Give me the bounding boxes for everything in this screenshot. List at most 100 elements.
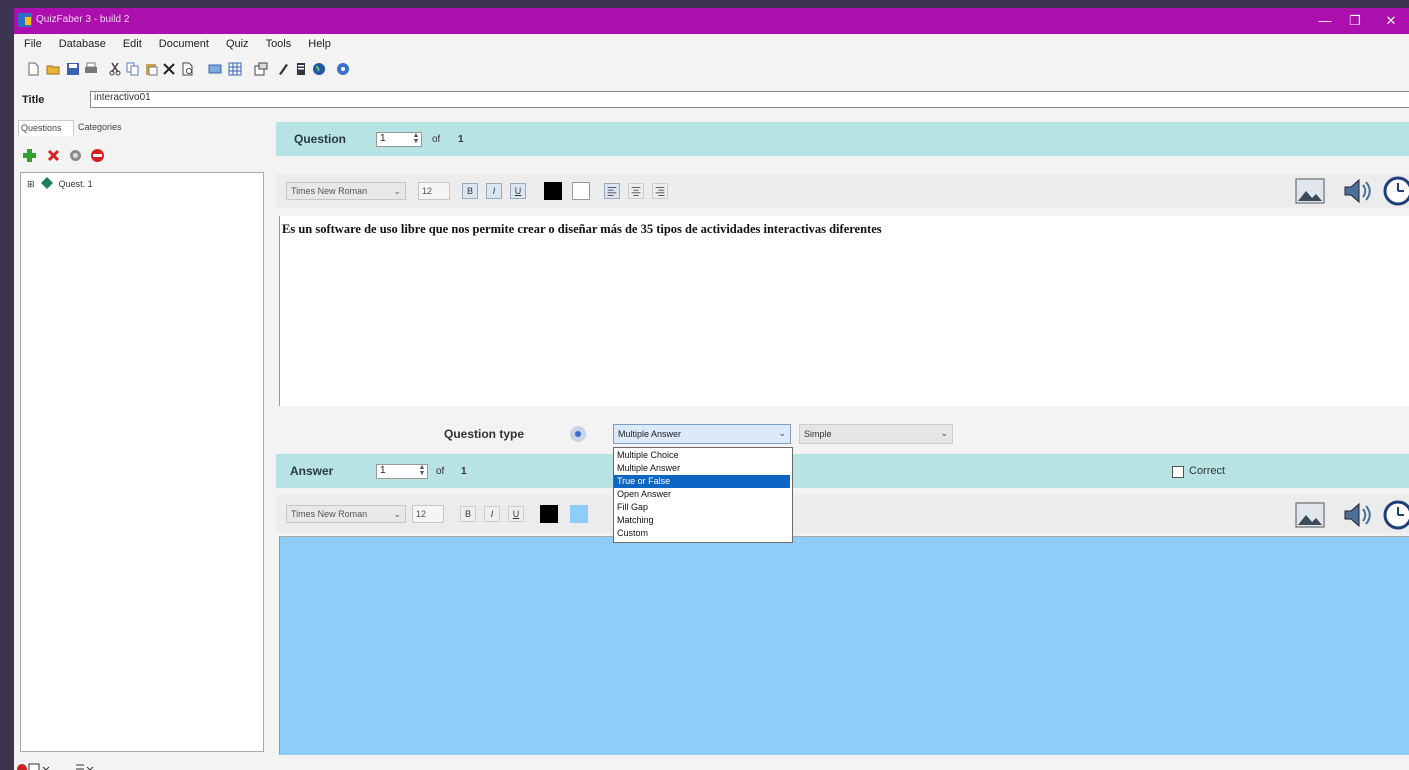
question-number-stepper[interactable]: 1 ▲ ▼ — [376, 132, 422, 147]
question-type-row: Question type Multiple Answer ⌄ Simple ⌄ — [276, 418, 1409, 448]
timer-icon[interactable] — [1382, 175, 1409, 207]
dropdown-option-fill-gap[interactable]: Fill Gap — [614, 501, 790, 514]
question-tree: ⊞ Quest. 1 — [20, 172, 264, 752]
globe-icon[interactable] — [312, 62, 326, 76]
question-node-icon — [41, 177, 54, 189]
title-input[interactable]: interactivo01 — [90, 91, 1409, 108]
stepper-arrows-icon[interactable]: ▲ ▼ — [411, 132, 421, 146]
restore-button[interactable]: ❐ — [1340, 11, 1370, 31]
menu-edit[interactable]: Edit — [113, 36, 149, 50]
question-bar: Question 1 ▲ ▼ of 1 — [276, 122, 1409, 156]
table-icon[interactable] — [208, 62, 222, 76]
title-row: Title interactivo01 — [14, 90, 1409, 110]
question-mode-select[interactable]: Simple ⌄ — [799, 424, 953, 444]
answer-number-stepper[interactable]: 1 ▲ ▼ — [376, 464, 428, 479]
settings-icon[interactable] — [68, 148, 83, 163]
question-type-select[interactable]: Multiple Answer ⌄ — [613, 424, 791, 444]
dropdown-option-multiple-choice[interactable]: Multiple Choice — [614, 449, 790, 462]
copy-icon[interactable] — [126, 62, 140, 76]
title-label: Title — [22, 94, 45, 106]
tab-questions[interactable]: Questions — [18, 120, 74, 136]
question-label: Question — [294, 132, 347, 146]
menu-help[interactable]: Help — [298, 36, 338, 50]
answer-of-label: of — [436, 466, 445, 477]
minimize-button[interactable]: — — [1310, 11, 1340, 31]
menu-file[interactable]: File — [14, 36, 49, 50]
save-icon[interactable] — [66, 62, 80, 76]
edit-icon[interactable] — [276, 62, 290, 76]
menu-quiz[interactable]: Quiz — [216, 36, 256, 50]
chevron-down-icon: ⌄ — [940, 428, 948, 438]
answer-bold-button[interactable]: B — [460, 506, 476, 522]
dropdown-option-true-or-false[interactable]: True or False — [614, 475, 790, 488]
answer-underline-button[interactable]: U — [508, 506, 524, 522]
grid-icon[interactable] — [228, 62, 242, 76]
align-left-icon[interactable] — [604, 183, 620, 199]
stepper-arrows-icon[interactable]: ▲ ▼ — [417, 464, 427, 478]
tab-categories[interactable]: Categories — [76, 120, 140, 136]
expand-icon[interactable]: ⊞ — [27, 179, 35, 189]
tree-item[interactable]: ⊞ Quest. 1 — [27, 177, 93, 190]
dropdown-option-custom[interactable]: Custom — [614, 527, 790, 540]
answer-image-icon[interactable] — [1294, 499, 1326, 531]
text-color-swatch[interactable] — [544, 182, 562, 200]
editor-area: Question 1 ▲ ▼ of 1 Times New Roman ⌄ 12 B… — [276, 122, 1409, 755]
answer-editor[interactable] — [279, 536, 1409, 755]
answer-background-color-swatch[interactable] — [570, 505, 588, 523]
question-type-label: Question type — [444, 427, 525, 441]
window-title: QuizFaber 3 - build 2 — [36, 14, 130, 25]
properties-icon[interactable] — [254, 62, 268, 76]
correct-label: Correct — [1189, 465, 1226, 477]
question-font-select[interactable]: Times New Roman ⌄ — [286, 182, 406, 200]
delete-icon[interactable] — [162, 62, 176, 76]
answer-italic-button[interactable]: I — [484, 506, 500, 522]
answer-label: Answer — [290, 464, 334, 478]
menu-database[interactable]: Database — [49, 36, 113, 50]
align-center-icon[interactable] — [628, 183, 644, 199]
image-icon[interactable] — [1294, 175, 1326, 207]
print-icon[interactable] — [84, 62, 98, 76]
question-type-help-icon[interactable] — [569, 425, 587, 443]
question-text[interactable]: Es un software de uso libre que nos perm… — [282, 222, 882, 237]
bold-button[interactable]: B — [462, 183, 478, 199]
question-total: 1 — [458, 134, 464, 145]
title-bar: QuizFaber 3 - build 2 — ❐ ✕ — [14, 8, 1409, 34]
add-question-icon[interactable] — [22, 148, 37, 163]
answer-bar: Answer 1 ▲ ▼ of 1 Correct — [276, 454, 1409, 488]
audio-icon[interactable] — [1340, 175, 1372, 207]
question-of-label: of — [432, 134, 441, 145]
record-icon[interactable] — [16, 762, 56, 770]
menu-bar: File Database Edit Document Quiz Tools Help — [14, 36, 1409, 54]
help-icon[interactable] — [336, 62, 350, 76]
menu-tools[interactable]: Tools — [256, 36, 299, 50]
chevron-down-icon: ⌄ — [393, 509, 401, 519]
align-right-icon[interactable] — [652, 183, 668, 199]
answer-audio-icon[interactable] — [1340, 499, 1372, 531]
open-icon[interactable] — [46, 62, 60, 76]
question-editor[interactable]: Es un software de uso libre que nos perm… — [279, 216, 1409, 406]
close-button[interactable]: ✕ — [1376, 11, 1406, 31]
answer-size-select[interactable]: 12 — [412, 505, 444, 523]
layout-icon[interactable] — [74, 762, 96, 770]
dropdown-option-multiple-answer[interactable]: Multiple Answer — [614, 462, 790, 475]
book-icon[interactable] — [294, 62, 308, 76]
question-size-select[interactable]: 12 — [418, 182, 450, 200]
underline-button[interactable]: U — [510, 183, 526, 199]
menu-document[interactable]: Document — [149, 36, 216, 50]
preview-icon[interactable] — [180, 62, 194, 76]
answer-text-color-swatch[interactable] — [540, 505, 558, 523]
chevron-down-icon: ⌄ — [778, 428, 786, 438]
dropdown-option-open-answer[interactable]: Open Answer — [614, 488, 790, 501]
cut-icon[interactable] — [108, 62, 122, 76]
stop-icon[interactable] — [90, 148, 105, 163]
paste-icon[interactable] — [144, 62, 158, 76]
italic-button[interactable]: I — [486, 183, 502, 199]
background-color-swatch[interactable] — [572, 182, 590, 200]
new-icon[interactable] — [26, 62, 40, 76]
answer-timer-icon[interactable] — [1382, 499, 1409, 531]
dropdown-option-matching[interactable]: Matching — [614, 514, 790, 527]
correct-checkbox[interactable] — [1172, 466, 1184, 478]
remove-question-icon[interactable] — [46, 148, 61, 163]
answer-total: 1 — [461, 466, 467, 477]
answer-font-select[interactable]: Times New Roman ⌄ — [286, 505, 406, 523]
